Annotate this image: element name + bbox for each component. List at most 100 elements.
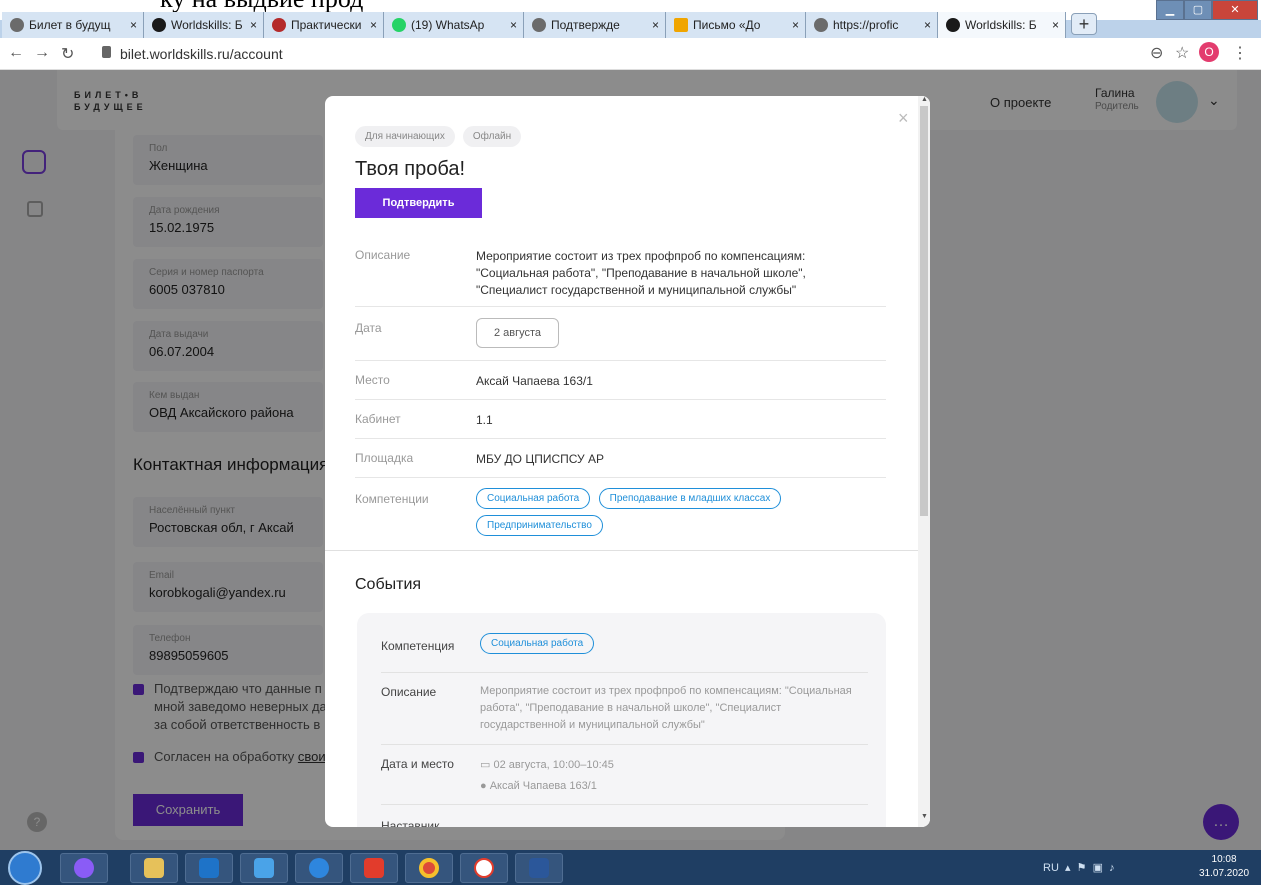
row-label: Дата и место [381, 757, 454, 771]
description-row: Описание Мероприятие состоит из трех про… [355, 238, 886, 307]
competencies-row: Компетенции Социальная работа Преподаван… [355, 478, 886, 550]
competency-chip[interactable]: Социальная работа [476, 488, 591, 509]
date-chip[interactable]: 2 августа [476, 318, 559, 348]
taskbar-app-yandex-browser[interactable] [460, 853, 508, 883]
row-label: Компетенции [355, 492, 429, 506]
taskbar-app-word[interactable] [515, 853, 563, 883]
reload-icon[interactable]: ↻ [61, 44, 74, 64]
close-tab-icon[interactable]: × [130, 18, 137, 32]
row-value: Мероприятие состоит из трех профпроб по … [480, 685, 852, 731]
close-icon[interactable]: × [898, 108, 909, 129]
tag-level: Для начинающих [355, 126, 455, 147]
close-window-button[interactable]: ✕ [1212, 0, 1258, 20]
close-tab-icon[interactable]: × [792, 18, 799, 32]
scroll-up-icon[interactable]: ▲ [921, 96, 928, 103]
worldskills-icon [152, 18, 166, 32]
close-tab-icon[interactable]: × [652, 18, 659, 32]
scroll-down-icon[interactable]: ▼ [921, 813, 928, 820]
url-input[interactable]: bilet.worldskills.ru/account [120, 46, 283, 62]
event-location: ● Аксай Чапаева 163/1 [480, 778, 597, 795]
browser-profile-avatar[interactable]: O [1199, 42, 1219, 62]
taskbar-app-outlook[interactable] [185, 853, 233, 883]
tab-7-active[interactable]: Worldskills: Б × [938, 12, 1066, 38]
globe-icon [532, 18, 546, 32]
venue-row: Площадка МБУ ДО ЦПИСПСУ АР [355, 439, 886, 478]
start-button[interactable] [8, 851, 42, 885]
date-row: Дата 2 августа [355, 307, 886, 361]
tab-0[interactable]: Билет в будущ × [2, 12, 144, 38]
competency-chip[interactable]: Социальная работа [480, 633, 595, 654]
worldskills-icon [946, 18, 960, 32]
place-row: Место Аксай Чапаева 163/1 [355, 361, 886, 400]
tab-6[interactable]: https://profic × [806, 12, 938, 38]
taskbar-app-chrome[interactable] [405, 853, 453, 883]
event-location-text: Аксай Чапаева 163/1 [489, 780, 597, 792]
window-controls: ▁ ▢ ✕ [1156, 0, 1258, 20]
language-indicator[interactable]: RU ▴ ⚑ ▣ ♪ [1043, 861, 1115, 874]
close-tab-icon[interactable]: × [510, 18, 517, 32]
zoom-icon[interactable]: ⊖ [1150, 43, 1163, 63]
tab-5[interactable]: Письмо «До × [666, 12, 806, 38]
language-label: RU [1043, 862, 1059, 874]
event-card: Компетенция Социальная работа Описание М… [357, 613, 886, 827]
lock-icon [102, 46, 111, 58]
row-label: Описание [381, 685, 437, 699]
section-divider [325, 550, 918, 551]
menu-dots-icon[interactable]: ⋮ [1232, 43, 1248, 63]
events-heading: События [355, 576, 422, 593]
close-tab-icon[interactable]: × [250, 18, 257, 32]
chrome-icon [419, 858, 439, 878]
scrollbar-thumb[interactable] [920, 106, 928, 516]
row-value: Аксай Чапаева 163/1 [476, 374, 593, 388]
event-datetime-row: Дата и место ▭ 02 августа, 10:00–10:45 ●… [381, 745, 868, 805]
row-value: Мероприятие состоит из трех профпроб по … [476, 249, 806, 297]
taskbar-app-ie[interactable] [295, 853, 343, 883]
location-pin-icon: ● [480, 780, 490, 792]
modal-tags: Для начинающих Офлайн [355, 126, 522, 147]
bookmark-star-icon[interactable]: ☆ [1175, 43, 1189, 63]
speaker-icon [254, 858, 274, 878]
room-row: Кабинет 1.1 [355, 400, 886, 439]
tab-1[interactable]: Worldskills: Б × [144, 12, 264, 38]
tab-3[interactable]: (19) WhatsAp × [384, 12, 524, 38]
row-label: Площадка [355, 451, 414, 465]
tab-4[interactable]: Подтвержде × [524, 12, 666, 38]
modal-scrollbar[interactable]: ▲ ▼ [918, 96, 930, 827]
system-clock[interactable]: 10:08 31.07.2020 [1199, 853, 1249, 881]
event-competency-row: Компетенция Социальная работа [381, 623, 868, 673]
new-tab-button[interactable]: + [1071, 13, 1097, 35]
close-tab-icon[interactable]: × [370, 18, 377, 32]
yandex-browser-icon [474, 858, 494, 878]
close-tab-icon[interactable]: × [1052, 18, 1059, 32]
row-label: Описание [355, 248, 411, 262]
word-icon [529, 858, 549, 878]
tab-2[interactable]: Практически × [264, 12, 384, 38]
event-description-row: Описание Мероприятие состоит из трех про… [381, 673, 868, 745]
minimize-button[interactable]: ▁ [1156, 0, 1184, 20]
clock-date: 31.07.2020 [1199, 868, 1250, 879]
close-tab-icon[interactable]: × [924, 18, 931, 32]
whatsapp-icon [392, 18, 406, 32]
taskbar: RU ▴ ⚑ ▣ ♪ 10:08 31.07.2020 [0, 850, 1261, 885]
yandex-icon [364, 858, 384, 878]
taskbar-app-yandex[interactable] [350, 853, 398, 883]
row-label: Место [355, 373, 390, 387]
maximize-button[interactable]: ▢ [1184, 0, 1212, 20]
bookmark-icon [272, 18, 286, 32]
row-label: Дата [355, 321, 382, 335]
event-mentor-row: Наставник [381, 805, 868, 827]
row-label: Наставник [381, 819, 440, 827]
taskbar-app-alice[interactable] [60, 853, 108, 883]
row-label: Кабинет [355, 412, 401, 426]
browser-tab-strip: ку на выдвие прод Билет в будущ× Worldsk… [0, 0, 1261, 38]
taskbar-app-explorer[interactable] [130, 853, 178, 883]
back-icon[interactable]: ← [8, 44, 24, 62]
event-datetime-text: 02 августа, 10:00–10:45 [493, 759, 614, 771]
competency-chip[interactable]: Преподавание в младших классах [598, 488, 782, 509]
confirm-button[interactable]: Подтвердить [355, 188, 482, 218]
taskbar-app-media[interactable] [240, 853, 288, 883]
competency-chip[interactable]: Предпринимательство [476, 515, 603, 536]
modal-title: Твоя проба! [355, 158, 465, 180]
forward-icon[interactable]: → [34, 44, 50, 62]
event-datetime: ▭ 02 августа, 10:00–10:45 [480, 757, 614, 774]
